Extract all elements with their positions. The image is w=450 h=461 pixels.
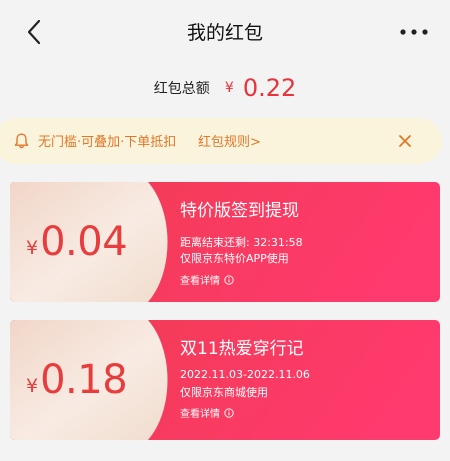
card-value: 0.04 [40,219,128,265]
notice-text: 无门槛·可叠加·下单抵扣 [38,135,177,150]
total-amount: 0.22 [242,74,297,102]
top-bar: 我的红包 [0,0,450,66]
view-details-label: 查看详情 [180,276,220,287]
close-icon[interactable] [398,134,412,148]
view-details-label: 查看详情 [180,409,220,420]
red-packet-card[interactable]: ¥ 0.18 双11热爱穿行记 2022.11.03-2022.11.06 仅限… [10,320,440,440]
total-label: 红包总额 [153,81,210,97]
card-amount: ¥ 0.04 [26,182,128,302]
info-icon [224,407,234,418]
view-details-link[interactable]: 查看详情 [180,272,234,287]
page-title: 我的红包 [186,22,263,44]
notice-bar: 无门槛·可叠加·下单抵扣 红包规则> [0,118,442,164]
card-title: 特价版签到提现 [180,201,299,221]
rules-link[interactable]: 红包规则> [198,131,261,150]
card-usage-scope: 仅限京东特价APP使用 [180,252,289,265]
card-countdown: 距离结束还剩: 32:31:58 [180,236,303,249]
card-currency: ¥ [26,237,39,259]
red-packet-card[interactable]: ¥ 0.04 特价版签到提现 距离结束还剩: 32:31:58 仅限京东特价AP… [10,182,440,302]
card-currency: ¥ [26,375,39,397]
card-usage-scope: 仅限京东商城使用 [180,386,268,399]
card-value: 0.18 [40,357,128,403]
info-icon [224,274,234,285]
card-title: 双11热爱穿行记 [180,339,304,359]
total-currency: ¥ [224,80,234,96]
card-validity: 2022.11.03-2022.11.06 [180,368,310,381]
card-amount: ¥ 0.18 [26,320,128,440]
total-summary: 红包总额 ¥ 0.22 [0,74,450,102]
more-dots-icon[interactable] [398,22,430,42]
view-details-link[interactable]: 查看详情 [180,405,234,420]
bell-icon [14,133,29,149]
